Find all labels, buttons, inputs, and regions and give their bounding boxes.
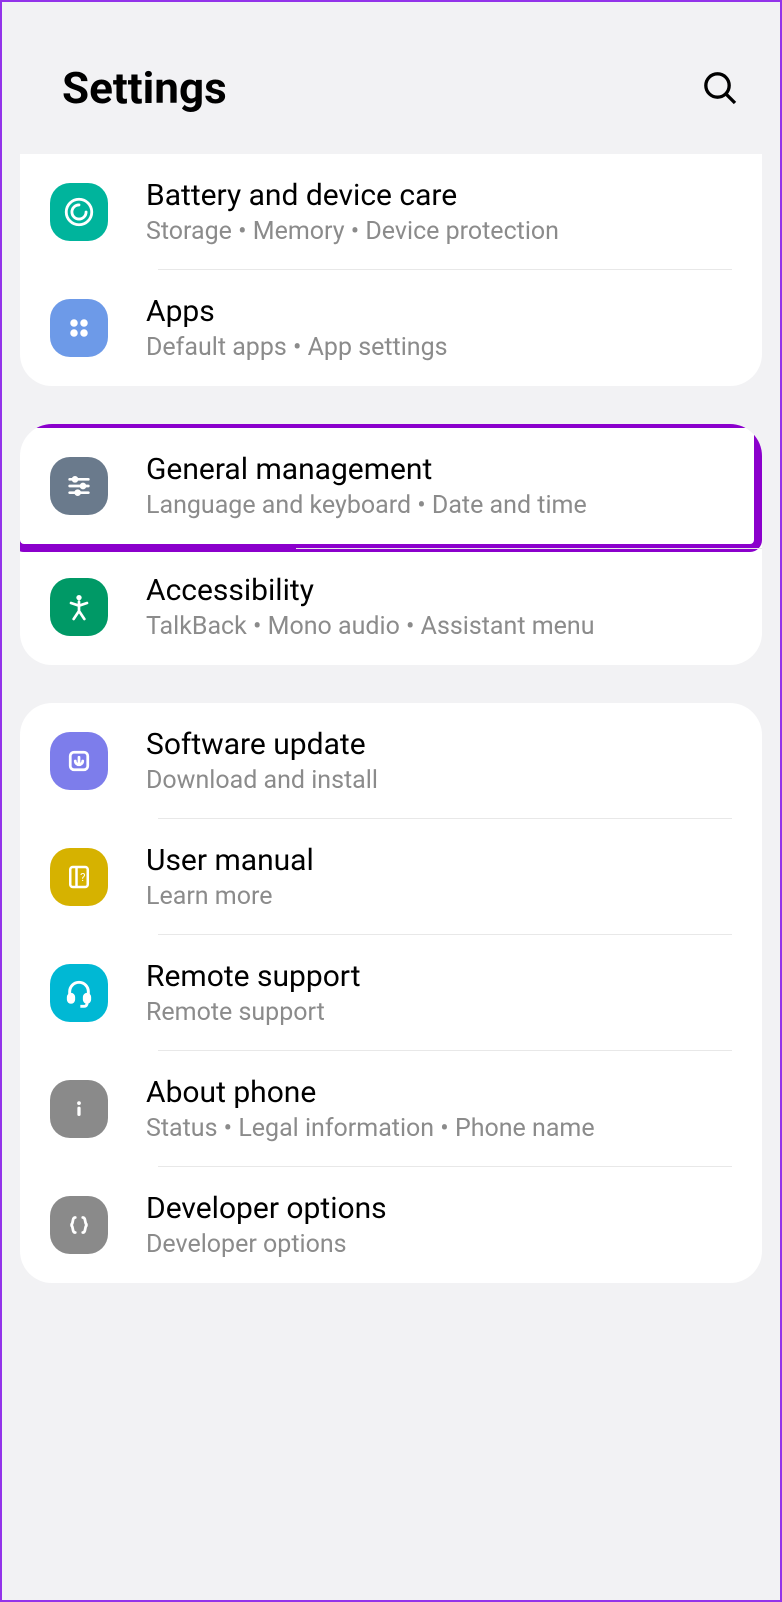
update-icon [50,732,108,790]
svg-text:?: ? [80,871,85,884]
item-text: Apps Default apps • App settings [146,294,732,362]
item-title: Apps [146,294,732,329]
item-subtitle: Default apps • App settings [146,333,732,362]
page-title: Settings [62,62,227,114]
settings-item-user-manual[interactable]: ? User manual Learn more [20,819,762,935]
apps-icon [50,299,108,357]
item-title: Battery and device care [146,178,732,213]
item-subtitle: Developer options [146,1230,732,1259]
settings-item-accessibility[interactable]: Accessibility TalkBack • Mono audio • As… [20,549,762,665]
item-title: Remote support [146,959,732,994]
item-title: Accessibility [146,573,732,608]
sliders-icon [50,457,108,515]
manual-icon: ? [50,848,108,906]
item-title: Software update [146,727,732,762]
accessibility-icon [50,578,108,636]
code-icon [50,1196,108,1254]
item-subtitle: Download and install [146,766,732,795]
item-subtitle: Storage • Memory • Device protection [146,217,732,246]
item-text: User manual Learn more [146,843,732,911]
settings-group: General management Language and keyboard… [20,424,762,665]
highlight-annotation: General management Language and keyboard… [20,424,762,552]
battery-care-icon [50,183,108,241]
header: Settings [2,2,780,154]
item-subtitle: Learn more [146,882,732,911]
settings-group: Battery and device care Storage • Memory… [20,154,762,386]
item-title: General management [146,452,724,487]
item-subtitle: Status • Legal information • Phone name [146,1114,732,1143]
settings-item-battery[interactable]: Battery and device care Storage • Memory… [20,154,762,270]
item-text: About phone Status • Legal information •… [146,1075,732,1143]
settings-item-apps[interactable]: Apps Default apps • App settings [20,270,762,386]
settings-item-remote-support[interactable]: Remote support Remote support [20,935,762,1051]
settings-item-general-management[interactable]: General management Language and keyboard… [20,428,754,544]
headset-icon [50,964,108,1022]
item-text: Battery and device care Storage • Memory… [146,178,732,246]
settings-item-about-phone[interactable]: About phone Status • Legal information •… [20,1051,762,1167]
item-text: Remote support Remote support [146,959,732,1027]
item-text: Software update Download and install [146,727,732,795]
item-text: Developer options Developer options [146,1191,732,1259]
settings-item-developer-options[interactable]: Developer options Developer options [20,1167,762,1283]
item-title: Developer options [146,1191,732,1226]
item-subtitle: TalkBack • Mono audio • Assistant menu [146,612,732,641]
item-title: About phone [146,1075,732,1110]
settings-item-software-update[interactable]: Software update Download and install [20,703,762,819]
item-text: General management Language and keyboard… [146,452,724,520]
item-text: Accessibility TalkBack • Mono audio • As… [146,573,732,641]
search-icon[interactable] [700,68,740,108]
item-subtitle: Language and keyboard • Date and time [146,491,724,520]
item-subtitle: Remote support [146,998,732,1027]
settings-group: Software update Download and install ? U… [20,703,762,1283]
item-title: User manual [146,843,732,878]
info-icon [50,1080,108,1138]
